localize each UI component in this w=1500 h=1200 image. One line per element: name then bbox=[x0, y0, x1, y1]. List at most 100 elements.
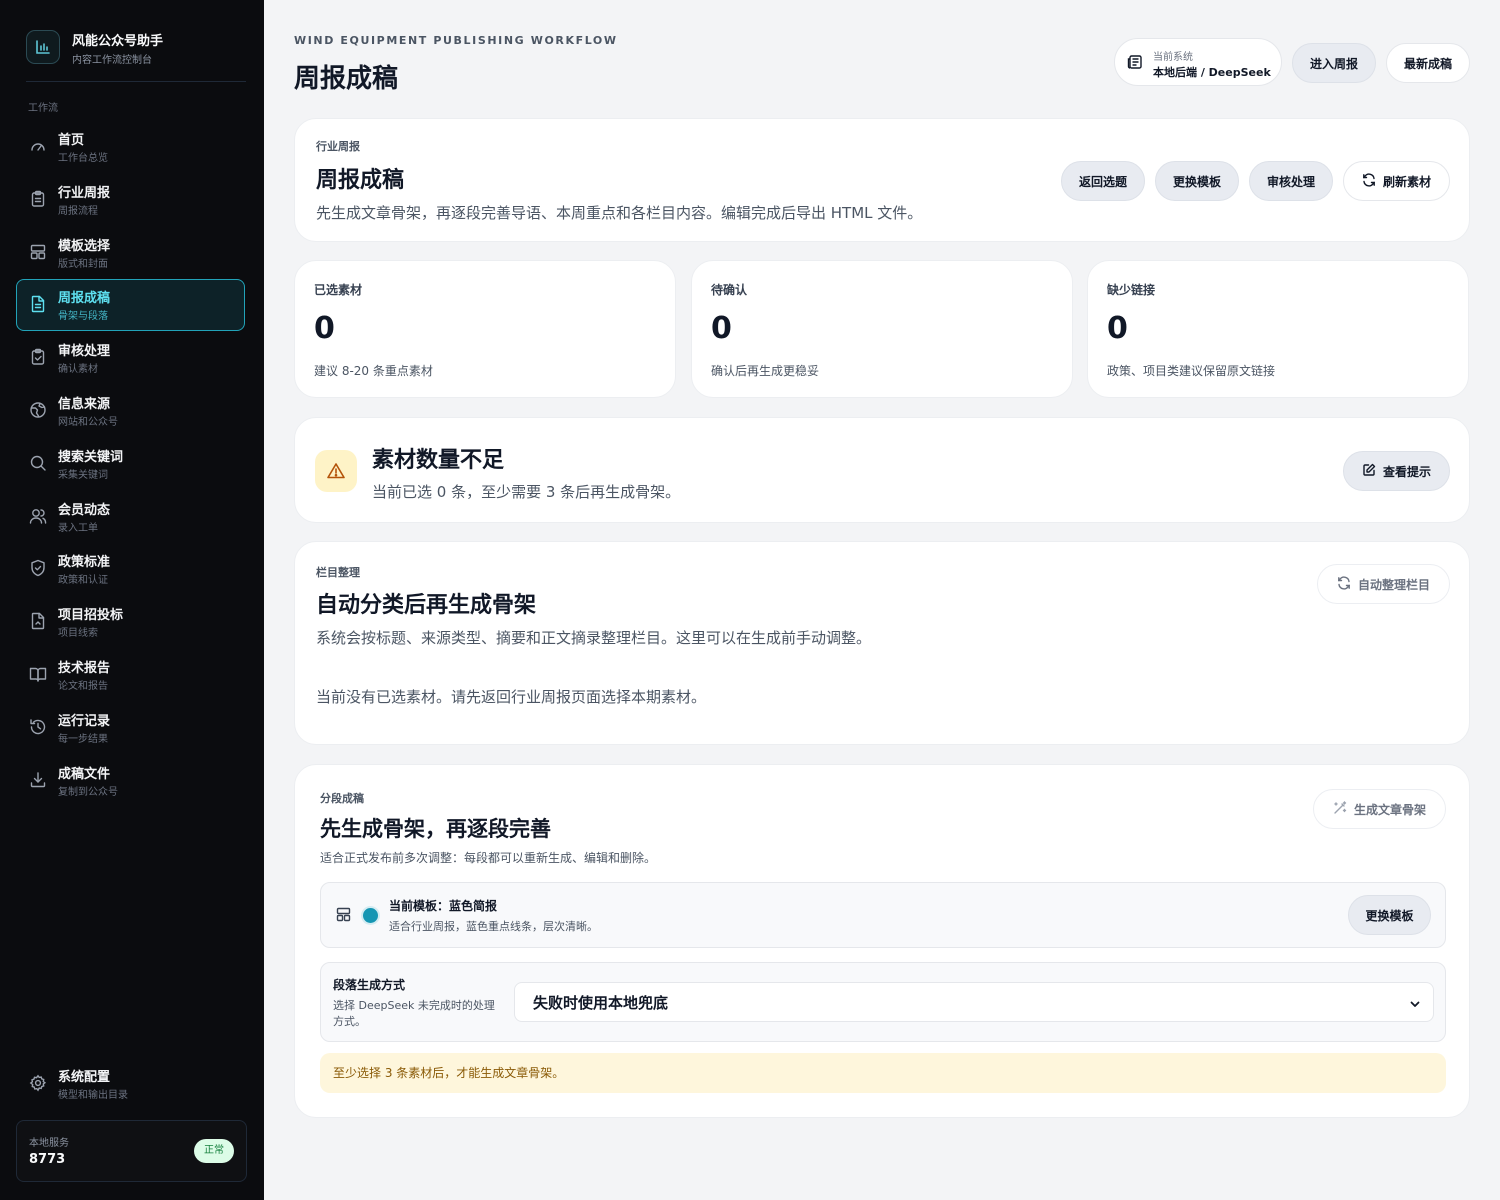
sidebar-item-12[interactable]: 运行记录 每一步结果 bbox=[16, 702, 245, 754]
sidebar-item-7[interactable]: 搜索关键词 采集关键词 bbox=[16, 438, 245, 490]
sidebar-item-11[interactable]: 技术报告 论文和报告 bbox=[16, 649, 245, 701]
sidebar-item-label: 行业周报 bbox=[58, 186, 111, 201]
sidebar-item-3[interactable]: 模板选择 版式和封面 bbox=[16, 227, 245, 279]
system-label: 当前系统 bbox=[1153, 52, 1193, 63]
sidebar-item-5[interactable]: 审核处理 确认素材 bbox=[16, 332, 245, 384]
stat-card-missing-links: 缺少链接 0 政策、项目类建议保留原文链接 bbox=[1087, 260, 1469, 398]
status-badge: 正常 bbox=[194, 1139, 234, 1163]
shield-icon bbox=[29, 559, 47, 577]
stat-value: 0 bbox=[711, 311, 732, 346]
sidebar-item-label: 审核处理 bbox=[58, 344, 111, 359]
template-name: 当前模板：蓝色简报 bbox=[389, 899, 498, 913]
stat-hint: 确认后再生成更稳妥 bbox=[711, 364, 820, 378]
generate-skeleton-button[interactable]: 生成文章骨架 bbox=[1313, 789, 1446, 829]
chevron-down-icon bbox=[1409, 996, 1421, 1014]
change-template-button[interactable]: 更换模板 bbox=[1155, 161, 1239, 201]
layout-icon bbox=[336, 907, 351, 926]
back-to-topics-button[interactable]: 返回选题 bbox=[1061, 161, 1145, 201]
review-button[interactable]: 审核处理 bbox=[1249, 161, 1333, 201]
mode-label: 段落生成方式 bbox=[333, 978, 406, 992]
brand-subtitle: 内容工作流控制台 bbox=[72, 55, 152, 66]
nav-section-label: 工作流 bbox=[28, 103, 58, 114]
draft-title: 先生成骨架，再逐段完善 bbox=[320, 817, 551, 841]
template-description: 适合行业周报，蓝色重点线条，层次清晰。 bbox=[389, 920, 598, 933]
stat-label: 已选素材 bbox=[314, 283, 363, 297]
sidebar-item-label: 信息来源 bbox=[58, 397, 111, 412]
enter-weekly-button[interactable]: 进入周报 bbox=[1292, 43, 1376, 83]
draft-description: 适合正式发布前多次调整：每段都可以重新生成、编辑和删除。 bbox=[320, 851, 657, 865]
sidebar-item-9[interactable]: 政策标准 政策和认证 bbox=[16, 543, 245, 595]
refresh-materials-button[interactable]: 刷新素材 bbox=[1343, 161, 1450, 201]
bar-chart-icon bbox=[26, 30, 60, 64]
sidebar-item-label: 周报成稿 bbox=[58, 291, 111, 306]
newspaper-icon bbox=[1127, 54, 1143, 74]
magic-wand-icon bbox=[1333, 800, 1354, 818]
draft-eyebrow: 分段成稿 bbox=[320, 792, 364, 805]
document-icon bbox=[29, 295, 47, 313]
page-eyebrow: WIND EQUIPMENT PUBLISHING WORKFLOW bbox=[294, 34, 618, 47]
clipboard-icon bbox=[29, 190, 47, 208]
warning-icon bbox=[315, 450, 357, 492]
sidebar-item-13[interactable]: 成稿文件复制到公众号 bbox=[16, 755, 245, 807]
search-icon bbox=[29, 454, 47, 472]
history-icon bbox=[29, 718, 47, 736]
auto-organize-button[interactable]: 自动整理栏目 bbox=[1317, 564, 1450, 604]
stat-value: 0 bbox=[314, 311, 335, 346]
sidebar-item-4[interactable]: 周报成稿 骨架与段落 bbox=[16, 279, 245, 331]
draft-card: 分段成稿 先生成骨架，再逐段完善 适合正式发布前多次调整：每段都可以重新生成、编… bbox=[294, 764, 1470, 1118]
sidebar-item-1[interactable]: 首页 工作台总览 bbox=[16, 121, 245, 173]
intro-card: 行业周报 周报成稿 先生成文章骨架，再逐段完善导语、本周重点和各栏目内容。编辑完… bbox=[294, 118, 1470, 242]
current-system-indicator: 当前系统 本地后端 / DeepSeek bbox=[1114, 38, 1282, 86]
generate-skeleton-label: 生成文章骨架 bbox=[1353, 802, 1426, 817]
columns-empty-state: 当前没有已选素材。请先返回行业周报页面选择本期素材。 bbox=[316, 688, 707, 706]
sidebar-item-10[interactable]: 项目招投标 项目线索 bbox=[16, 596, 245, 648]
sidebar-item-sub: 每一步结果 bbox=[58, 734, 108, 745]
service-label: 本地服务 bbox=[29, 1138, 69, 1149]
refresh-icon bbox=[1337, 575, 1358, 593]
gear-icon bbox=[29, 1074, 47, 1092]
auto-organize-label: 自动整理栏目 bbox=[1357, 577, 1430, 592]
brand-title: 风能公众号助手 bbox=[72, 34, 164, 49]
paragraph-mode-row: 段落生成方式 选择 DeepSeek 未完成时的处理 方式。 失败时使用本地兜底 bbox=[320, 962, 1446, 1042]
sidebar-item-label: 运行记录 bbox=[58, 714, 111, 729]
sidebar-item-settings[interactable]: 系统配置 模型和输出目录 bbox=[16, 1058, 245, 1110]
latest-draft-button[interactable]: 最新成稿 bbox=[1386, 43, 1470, 83]
download-icon bbox=[29, 771, 47, 789]
warning-description: 当前已选 0 条，至少需要 3 条后再生成骨架。 bbox=[372, 483, 681, 501]
sidebar-item-label: 模板选择 bbox=[58, 239, 111, 254]
mode-description: 选择 DeepSeek 未完成时的处理 bbox=[333, 999, 495, 1012]
columns-title: 自动分类后再生成骨架 bbox=[316, 593, 537, 618]
sidebar-item-sub: 版式和封面 bbox=[58, 259, 108, 270]
intro-description: 先生成文章骨架，再逐段完善导语、本周重点和各栏目内容。编辑完成后导出 HTML … bbox=[316, 204, 923, 222]
sidebar-item-label: 成稿文件 bbox=[58, 767, 111, 782]
sidebar-item-label: 政策标准 bbox=[58, 555, 111, 570]
sidebar-item-sub: 周报流程 bbox=[58, 206, 98, 217]
layout-icon bbox=[29, 243, 47, 261]
mode-select[interactable]: 失败时使用本地兜底 bbox=[514, 982, 1434, 1022]
globe-icon bbox=[29, 401, 47, 419]
sidebar-item-label: 搜索关键词 bbox=[58, 450, 124, 465]
current-template-row: 当前模板：蓝色简报 适合行业周报，蓝色重点线条，层次清晰。 更换模板 bbox=[320, 882, 1446, 948]
change-template-button[interactable]: 更换模板 bbox=[1348, 895, 1431, 935]
warning-title: 素材数量不足 bbox=[372, 448, 505, 473]
page-title: 周报成稿 bbox=[294, 64, 399, 94]
sidebar-item-sub: 复制到公众号 bbox=[58, 787, 118, 798]
sidebar-item-label: 技术报告 bbox=[58, 661, 111, 676]
brand: 风能公众号助手 内容工作流控制台 bbox=[26, 28, 246, 82]
sidebar-item-sub: 网站和公众号 bbox=[58, 417, 118, 428]
users-icon bbox=[29, 507, 47, 525]
mode-select-value: 失败时使用本地兜底 bbox=[533, 993, 669, 1012]
file-icon bbox=[29, 612, 47, 630]
sidebar-item-label: 系统配置 bbox=[58, 1070, 111, 1085]
sidebar-item-sub: 骨架与段落 bbox=[58, 311, 108, 322]
sidebar-item-2[interactable]: 行业周报 周报流程 bbox=[16, 174, 245, 226]
edit-icon bbox=[1362, 463, 1383, 480]
sidebar-item-8[interactable]: 会员动态 录入工单 bbox=[16, 491, 245, 543]
columns-description: 系统会按标题、来源类型、摘要和正文摘录整理栏目。这里可以在生成前手动调整。 bbox=[316, 629, 872, 647]
warning-card: 素材数量不足 当前已选 0 条，至少需要 3 条后再生成骨架。 查看提示 bbox=[294, 417, 1470, 523]
sidebar-item-6[interactable]: 信息来源网站和公众号 bbox=[16, 385, 245, 437]
min-materials-notice: 至少选择 3 条素材后，才能生成文章骨架。 bbox=[320, 1053, 1446, 1093]
sidebar-item-sub: 工作台总览 bbox=[58, 153, 108, 164]
stat-hint: 建议 8-20 条重点素材 bbox=[314, 364, 433, 378]
view-tips-button[interactable]: 查看提示 bbox=[1343, 451, 1450, 491]
